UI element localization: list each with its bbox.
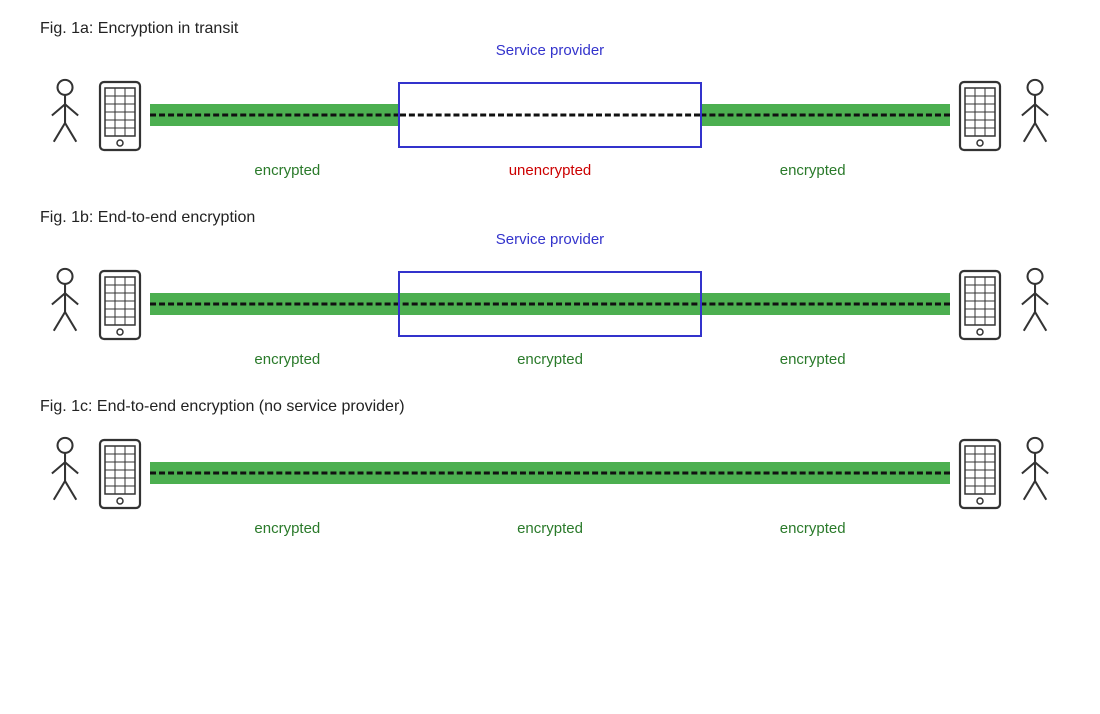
- fig1a-sp-box: [398, 82, 702, 148]
- fig1c-phone-left: [96, 438, 144, 508]
- fig1b-sp-label: Service provider: [496, 231, 604, 248]
- fig1c-person-left: [40, 436, 90, 511]
- figure-1b: Fig. 1b: End-to-end encryption Service p…: [40, 209, 1060, 368]
- fig1c-person-right: [1010, 436, 1060, 511]
- fig1a-track: [150, 80, 950, 150]
- figure-1c: Fig. 1c: End-to-end encryption (no servi…: [40, 398, 1060, 537]
- fig1c-label-mid: encrypted: [419, 520, 682, 537]
- fig1b-labels: encrypted encrypted encrypted: [40, 351, 1060, 368]
- fig1b-label-mid: encrypted: [419, 351, 682, 368]
- fig1b-row: [40, 259, 1060, 349]
- fig1b-label-left: encrypted: [156, 351, 419, 368]
- fig1c-track: [150, 438, 950, 508]
- fig1b-diagram: Service provider: [40, 231, 1060, 368]
- fig1b-label-right: encrypted: [681, 351, 944, 368]
- fig1a-person-left: [40, 78, 90, 153]
- fig1a-sp-label: Service provider: [496, 42, 604, 59]
- fig1a-labels: encrypted unencrypted encrypted: [40, 162, 1060, 179]
- fig1b-track: [150, 269, 950, 339]
- fig1c-diagram: encrypted encrypted encrypted: [40, 420, 1060, 537]
- fig1a-phone-left: [96, 80, 144, 150]
- fig1c-phone-right: [956, 438, 1004, 508]
- figure-1a: Fig. 1a: Encryption in transit Service p…: [40, 20, 1060, 179]
- fig1a-label-left: encrypted: [156, 162, 419, 179]
- fig1b-phone-left: [96, 269, 144, 339]
- fig1b-person-left: [40, 267, 90, 342]
- fig1b-sp-box: [398, 271, 702, 337]
- fig1c-dotted: [150, 472, 950, 475]
- fig1c-title: Fig. 1c: End-to-end encryption (no servi…: [40, 398, 1060, 416]
- fig1c-labels: encrypted encrypted encrypted: [40, 520, 1060, 537]
- fig1c-row: [40, 428, 1060, 518]
- fig1b-person-right: [1010, 267, 1060, 342]
- fig1a-phone-right: [956, 80, 1004, 150]
- fig1a-row: [40, 70, 1060, 160]
- page: Fig. 1a: Encryption in transit Service p…: [0, 0, 1100, 714]
- fig1a-dotted-inner: [400, 114, 700, 117]
- fig1b-phone-right: [956, 269, 1004, 339]
- fig1c-label-right: encrypted: [681, 520, 944, 537]
- fig1a-title: Fig. 1a: Encryption in transit: [40, 20, 1060, 38]
- fig1a-diagram: Service provider: [40, 42, 1060, 179]
- fig1a-person-right: [1010, 78, 1060, 153]
- fig1a-label-right: encrypted: [681, 162, 944, 179]
- fig1c-label-left: encrypted: [156, 520, 419, 537]
- fig1a-label-mid: unencrypted: [419, 162, 682, 179]
- fig1b-title: Fig. 1b: End-to-end encryption: [40, 209, 1060, 227]
